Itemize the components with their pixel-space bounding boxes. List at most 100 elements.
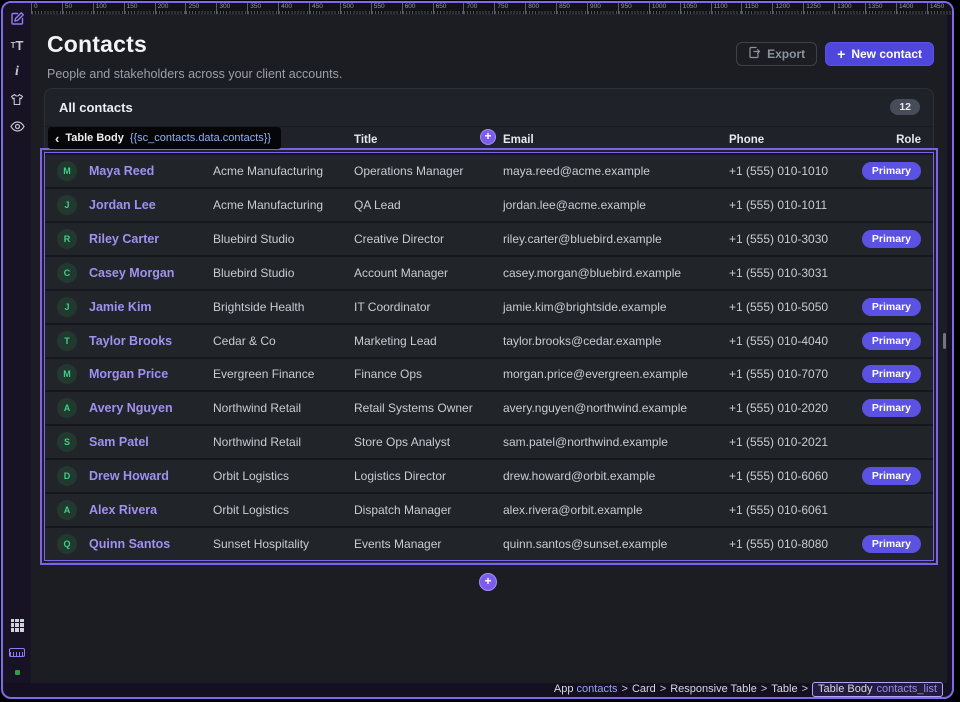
ruler-tick: 900 bbox=[587, 3, 618, 14]
contact-company: Orbit Logistics bbox=[213, 469, 354, 483]
card-title: All contacts bbox=[59, 100, 133, 115]
breadcrumb-item[interactable]: Card bbox=[632, 683, 656, 695]
contact-email: jordan.lee@acme.example bbox=[503, 198, 729, 212]
contact-row[interactable]: Q Quinn Santos Sunset Hospitality Events… bbox=[45, 526, 933, 560]
contact-role: Primary bbox=[862, 399, 921, 417]
ruler-tick: 0 bbox=[31, 3, 62, 14]
contact-name-link[interactable]: Jamie Kim bbox=[89, 300, 213, 314]
ruler-tick: 1450 bbox=[927, 3, 952, 14]
contact-row[interactable]: D Drew Howard Orbit Logistics Logistics … bbox=[45, 458, 933, 492]
ruler-tick: 150 bbox=[124, 3, 155, 14]
contact-name-link[interactable]: Avery Nguyen bbox=[89, 401, 213, 415]
apps-grid-icon[interactable] bbox=[8, 616, 26, 634]
contact-name-link[interactable]: Alex Rivera bbox=[89, 503, 213, 517]
add-component-button[interactable]: + bbox=[479, 573, 497, 591]
contact-phone: +1 (555) 010-6060 bbox=[729, 469, 862, 483]
primary-badge: Primary bbox=[862, 332, 921, 350]
builder-window: 0501001502002503003504004505005506006507… bbox=[1, 1, 954, 699]
breadcrumb-item[interactable]: Table bbox=[771, 683, 797, 695]
primary-badge: Primary bbox=[862, 298, 921, 316]
contact-row[interactable]: S Sam Patel Northwind Retail Store Ops A… bbox=[45, 424, 933, 458]
contact-email: alex.rivera@orbit.example bbox=[503, 503, 729, 517]
contact-email: drew.howard@orbit.example bbox=[503, 469, 729, 483]
contact-row[interactable]: A Avery Nguyen Northwind Retail Retail S… bbox=[45, 390, 933, 424]
table-body-selected[interactable]: M Maya Reed Acme Manufacturing Operation… bbox=[44, 152, 934, 561]
contact-row[interactable]: T Taylor Brooks Cedar & Co Marketing Lea… bbox=[45, 323, 933, 357]
contact-company: Bluebird Studio bbox=[213, 266, 354, 280]
contact-name-link[interactable]: Taylor Brooks bbox=[89, 334, 213, 348]
info-icon[interactable]: i bbox=[8, 63, 26, 81]
contact-name-link[interactable]: Jordan Lee bbox=[89, 198, 213, 212]
contact-phone: +1 (555) 010-3030 bbox=[729, 232, 862, 246]
breadcrumb-item[interactable]: Responsive Table bbox=[670, 683, 757, 695]
page-subtitle: People and stakeholders across your clie… bbox=[47, 67, 342, 81]
contact-email: taylor.brooks@cedar.example bbox=[503, 334, 729, 348]
contact-row[interactable]: A Alex Rivera Orbit Logistics Dispatch M… bbox=[45, 492, 933, 526]
ruler-tick: 500 bbox=[340, 3, 371, 14]
contact-row[interactable]: M Morgan Price Evergreen Finance Finance… bbox=[45, 357, 933, 391]
contact-phone: +1 (555) 010-2020 bbox=[729, 401, 862, 415]
ruler-tick: 450 bbox=[309, 3, 340, 14]
contact-phone: +1 (555) 010-3031 bbox=[729, 266, 921, 280]
breadcrumb-app-name[interactable]: contacts bbox=[577, 683, 618, 695]
primary-badge: Primary bbox=[862, 365, 921, 383]
export-button[interactable]: Export bbox=[736, 42, 817, 66]
contact-email: morgan.price@evergreen.example bbox=[503, 367, 729, 381]
typography-icon[interactable]: TT bbox=[8, 36, 26, 54]
contact-company: Northwind Retail bbox=[213, 435, 354, 449]
contact-row[interactable]: R Riley Carter Bluebird Studio Creative … bbox=[45, 221, 933, 255]
contact-company: Orbit Logistics bbox=[213, 503, 354, 517]
all-contacts-card[interactable]: All contacts 12 Title Email Phone Role M… bbox=[44, 88, 934, 563]
contact-row[interactable]: J Jordan Lee Acme Manufacturing QA Lead … bbox=[45, 187, 933, 221]
chevron-left-icon[interactable]: ‹ bbox=[55, 132, 59, 145]
edit-mode-icon[interactable] bbox=[8, 9, 26, 27]
ruler-tick: 350 bbox=[247, 3, 278, 14]
column-role[interactable]: Role bbox=[896, 134, 921, 146]
ruler-tick: 1150 bbox=[741, 3, 772, 14]
contact-row[interactable]: M Maya Reed Acme Manufacturing Operation… bbox=[45, 153, 933, 187]
contact-name-link[interactable]: Sam Patel bbox=[89, 435, 213, 449]
contact-role: Primary bbox=[862, 535, 921, 553]
avatar: A bbox=[57, 398, 77, 418]
new-contact-button[interactable]: + New contact bbox=[825, 42, 934, 66]
contact-row[interactable]: C Casey Morgan Bluebird Studio Account M… bbox=[45, 255, 933, 289]
ruler-tick: 1300 bbox=[834, 3, 865, 14]
avatar: A bbox=[57, 500, 77, 520]
contact-company: Cedar & Co bbox=[213, 334, 354, 348]
ruler-tick: 50 bbox=[62, 3, 93, 14]
status-dot bbox=[15, 670, 20, 675]
contact-name-link[interactable]: Maya Reed bbox=[89, 164, 213, 178]
avatar: J bbox=[57, 297, 77, 317]
vertical-scrollbar[interactable] bbox=[943, 333, 946, 349]
avatar: Q bbox=[57, 534, 77, 554]
contact-name-link[interactable]: Riley Carter bbox=[89, 232, 213, 246]
column-email[interactable]: Email bbox=[503, 134, 729, 146]
contact-phone: +1 (555) 010-5050 bbox=[729, 300, 862, 314]
contact-title: Dispatch Manager bbox=[354, 503, 503, 517]
theme-shirt-icon[interactable] bbox=[8, 90, 26, 108]
avatar: C bbox=[57, 263, 77, 283]
contact-role: Primary bbox=[862, 162, 921, 180]
contact-name-link[interactable]: Casey Morgan bbox=[89, 266, 213, 280]
add-column-button[interactable]: + bbox=[480, 129, 496, 145]
contact-name-link[interactable]: Drew Howard bbox=[89, 469, 213, 483]
contact-title: IT Coordinator bbox=[354, 300, 503, 314]
contact-company: Acme Manufacturing bbox=[213, 198, 354, 212]
avatar: J bbox=[57, 195, 77, 215]
contact-name-link[interactable]: Quinn Santos bbox=[89, 537, 213, 551]
ruler-tick: 400 bbox=[278, 3, 309, 14]
contact-title: Finance Ops bbox=[354, 367, 503, 381]
avatar: T bbox=[57, 331, 77, 351]
contact-email: maya.reed@acme.example bbox=[503, 164, 729, 178]
contact-row[interactable]: J Jamie Kim Brightside Health IT Coordin… bbox=[45, 289, 933, 323]
contact-company: Bluebird Studio bbox=[213, 232, 354, 246]
column-phone[interactable]: Phone bbox=[729, 134, 896, 146]
contact-title: Marketing Lead bbox=[354, 334, 503, 348]
avatar: D bbox=[57, 466, 77, 486]
preview-eye-icon[interactable] bbox=[8, 117, 26, 135]
ruler-tick: 650 bbox=[433, 3, 464, 14]
selected-component-tag[interactable]: ‹ Table Body {{sc_contacts.data.contacts… bbox=[48, 127, 281, 149]
ruler-toggle-icon[interactable] bbox=[8, 643, 26, 661]
breadcrumb-selected[interactable]: Table Body contacts_list bbox=[812, 682, 943, 697]
contact-name-link[interactable]: Morgan Price bbox=[89, 367, 213, 381]
